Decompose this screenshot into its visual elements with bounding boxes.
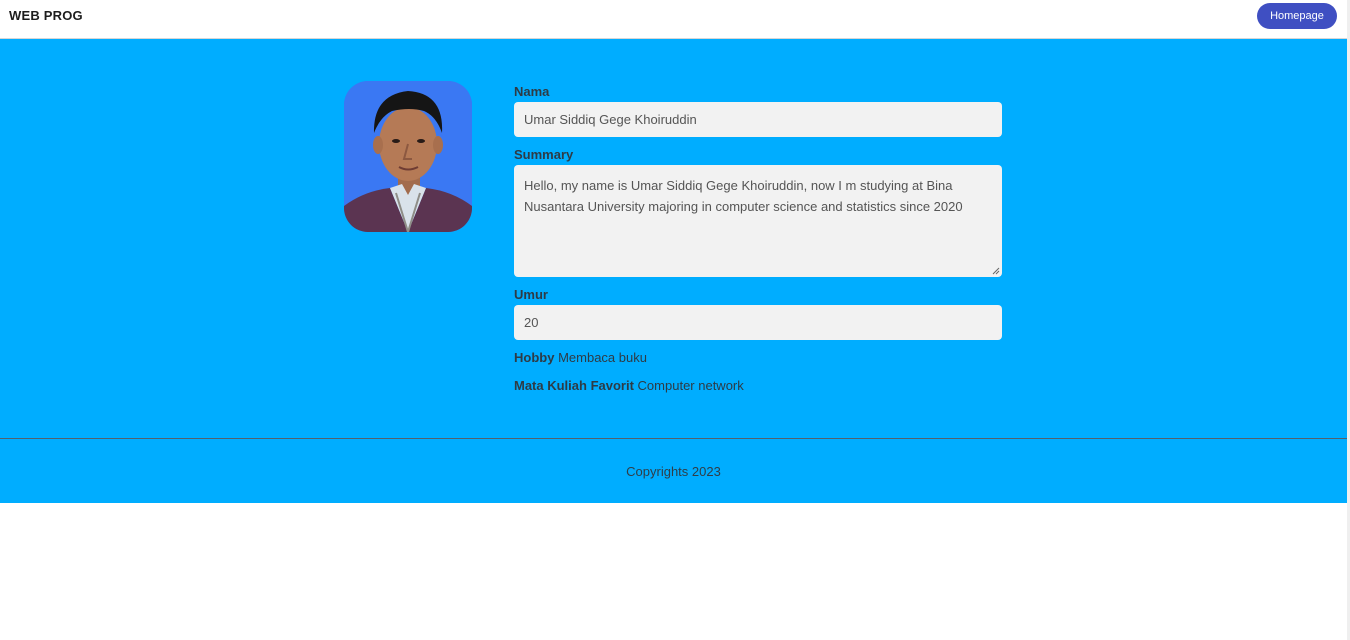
resize-handle-icon[interactable]: [992, 267, 1000, 275]
favorite-course-row: Mata Kuliah Favorit Computer network: [514, 378, 744, 393]
hobby-row: Hobby Membaca buku: [514, 350, 647, 365]
profile-photo: [344, 81, 472, 232]
summary-textarea[interactable]: Hello, my name is Umar Siddiq Gege Khoir…: [514, 165, 1002, 277]
homepage-button[interactable]: Homepage: [1257, 3, 1337, 29]
copyright-text: Copyrights 2023: [626, 464, 721, 479]
hobby-value: Membaca buku: [558, 350, 647, 365]
navbar: WEB PROG Homepage: [0, 0, 1347, 39]
hobby-label: Hobby: [514, 350, 555, 365]
brand-title: WEB PROG: [9, 8, 83, 23]
nama-field[interactable]: Umar Siddiq Gege Khoiruddin: [514, 102, 1002, 137]
umur-label: Umur: [514, 287, 548, 302]
footer: Copyrights 2023: [0, 438, 1347, 503]
nama-label: Nama: [514, 84, 550, 99]
favorite-course-label: Mata Kuliah Favorit: [514, 378, 634, 393]
summary-text: Hello, my name is Umar Siddiq Gege Khoir…: [524, 178, 963, 214]
avatar: [344, 81, 472, 232]
summary-label: Summary: [514, 147, 574, 162]
profile-section: Nama Umar Siddiq Gege Khoiruddin Summary…: [0, 39, 1347, 438]
favorite-course-value: Computer network: [637, 378, 744, 393]
umur-field[interactable]: 20: [514, 305, 1002, 340]
